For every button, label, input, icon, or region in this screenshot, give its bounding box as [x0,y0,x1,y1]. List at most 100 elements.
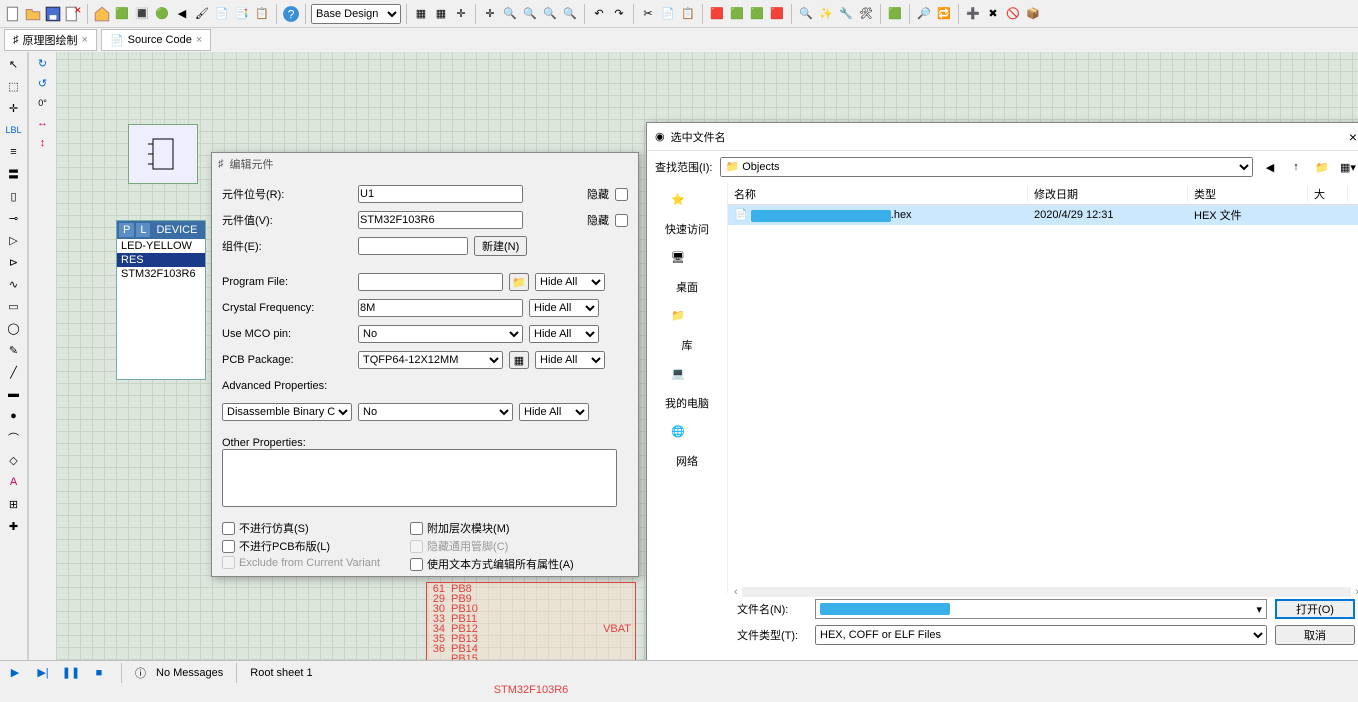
sub-icon[interactable]: ▯ [4,186,24,206]
new-button[interactable]: 新建(N) [474,236,527,256]
scope-select[interactable]: 📁 Objects [720,157,1253,177]
cancel-button[interactable]: 取消 [1275,625,1355,645]
place-desktop[interactable]: 🖥桌面 [671,251,703,295]
filename-input[interactable]: ▾ [815,599,1267,619]
view-icon[interactable]: ▦▾ [1339,158,1357,176]
list-item[interactable]: LED-YELLOW [117,239,205,253]
file-list[interactable]: 名称 修改日期 类型 大 📄 .hex 2020/4/29 12:31 HEX … [727,183,1358,593]
pkg-vis-select[interactable]: Hide All [535,351,605,369]
fill-circle-icon[interactable]: ● [4,406,24,426]
hier-mod-check[interactable] [410,522,423,535]
find-icon[interactable]: 🔎 [915,5,933,23]
line-icon[interactable]: ╱ [4,362,24,382]
cancel-icon[interactable]: 🚫 [1004,5,1022,23]
wand-icon[interactable]: ✨ [817,5,835,23]
open-button[interactable]: 打开(O) [1275,599,1355,619]
rotate-cw-icon[interactable]: ↻ [34,54,52,72]
term1-icon[interactable]: ⊸ [4,208,24,228]
ref-hide-check[interactable] [615,188,628,201]
arc-icon[interactable]: ⌒ [4,428,24,448]
pause-icon[interactable]: ❚❚ [62,664,80,682]
paste-icon[interactable]: 📋 [679,5,697,23]
rotate-ccw-icon[interactable]: ↺ [34,74,52,92]
pen-icon[interactable]: ✎ [4,340,24,360]
bus-icon[interactable]: 〓 [4,164,24,184]
crosshair-icon[interactable]: ✛ [452,5,470,23]
package-icon[interactable]: 📦 [1024,5,1042,23]
list-item[interactable]: STM32F103R6 [117,267,205,281]
pkg-browse-button[interactable]: ▦ [509,351,529,369]
probe-icon[interactable]: 🔍 [797,5,815,23]
place-network[interactable]: 🌐网络 [671,425,703,469]
board-icon[interactable]: 🟩 [113,5,131,23]
back-icon[interactable]: ◀ [173,5,191,23]
save-icon[interactable] [44,5,62,23]
new-icon[interactable] [4,5,22,23]
canvas[interactable]: P L DEVICE LED-YELLOW RES STM32F103R6 ♯ … [56,52,1358,660]
rect-icon[interactable]: ▭ [4,296,24,316]
zoom-out-icon[interactable]: 🔍 [521,5,539,23]
pfile-vis-select[interactable]: Hide All [535,273,605,291]
play-icon[interactable]: ▶ [6,664,24,682]
close-icon[interactable]: × [1349,129,1357,145]
stop-icon[interactable]: ■ [90,664,108,682]
place-libraries[interactable]: 📁库 [671,309,703,353]
undo-icon[interactable]: ↶ [590,5,608,23]
brush-icon[interactable]: 🖌 [193,5,211,23]
gate-icon[interactable]: ▷ [4,230,24,250]
replace-icon[interactable]: 🔁 [935,5,953,23]
label-icon[interactable]: LBL [4,120,24,140]
back-icon[interactable]: ◀ [1261,158,1279,176]
text-icon[interactable]: ≡ [4,142,24,162]
step-icon[interactable]: ▶| [34,664,52,682]
gen-icon[interactable]: ∿ [4,274,24,294]
check-icon[interactable]: 🛠 [857,5,875,23]
plus-icon[interactable]: ✛ [4,98,24,118]
chip-icon[interactable]: 🔳 [133,5,151,23]
zoom-area-icon[interactable]: 🔍 [561,5,579,23]
pfile-input[interactable] [358,273,503,291]
symbol-icon[interactable]: ⊞ [4,494,24,514]
ref-input[interactable] [358,185,523,203]
circle-icon[interactable]: ◯ [4,318,24,338]
redo-icon[interactable]: ↷ [610,5,628,23]
design-mode-select[interactable]: Base Design [311,4,401,24]
tab-source[interactable]: 📄 Source Code × [101,29,211,51]
adv-val-select[interactable]: No [358,403,513,421]
report-icon[interactable]: 📄 [213,5,231,23]
flip-v-icon[interactable]: ↕ [34,134,52,152]
place-quick[interactable]: ⭐快速访问 [665,193,709,237]
add-part-icon[interactable]: ➕ [964,5,982,23]
h-scrollbar[interactable]: ‹› [728,585,1358,599]
copy-icon[interactable]: 📄 [659,5,677,23]
marker-icon[interactable]: ✚ [4,516,24,536]
val-hide-check[interactable] [615,214,628,227]
file-list-header[interactable]: 名称 修改日期 类型 大 [728,183,1358,205]
file-row[interactable]: 📄 .hex 2020/4/29 12:31 HEX 文件 [728,205,1358,225]
flip-h-icon[interactable]: ↔ [34,114,52,132]
tab-schematic[interactable]: ♯ 原理图绘制 × [4,29,97,51]
zoom-in-icon[interactable]: 🔍 [501,5,519,23]
grid2-icon[interactable]: ▦ [432,5,450,23]
close-icon[interactable]: × [82,34,88,46]
grid-icon[interactable]: ▦ [412,5,430,23]
adv-prop-select[interactable]: Disassemble Binary Code [222,403,352,421]
freq-vis-select[interactable]: Hide All [529,299,599,317]
cursor-icon[interactable]: ↖ [4,54,24,74]
del-part-icon[interactable]: ✖ [984,5,1002,23]
p-button[interactable]: P [119,223,134,237]
list-item[interactable]: RES [117,253,205,267]
grp-input[interactable] [358,237,468,255]
stamp-icon[interactable]: 📑 [233,5,251,23]
block3-icon[interactable]: 🟩 [748,5,766,23]
l-button[interactable]: L [136,223,150,237]
filetype-select[interactable]: HEX, COFF or ELF Files [815,625,1267,645]
other-props-textarea[interactable] [222,449,617,507]
select-icon[interactable]: ⬚ [4,76,24,96]
cut-icon[interactable]: ✂ [639,5,657,23]
list-icon[interactable]: 📋 [253,5,271,23]
wrench-icon[interactable]: 🔧 [837,5,855,23]
pkg-select[interactable]: TQFP64-12X12MM [358,351,503,369]
route-icon[interactable]: 🟢 [153,5,171,23]
close-icon[interactable]: × [196,34,202,46]
